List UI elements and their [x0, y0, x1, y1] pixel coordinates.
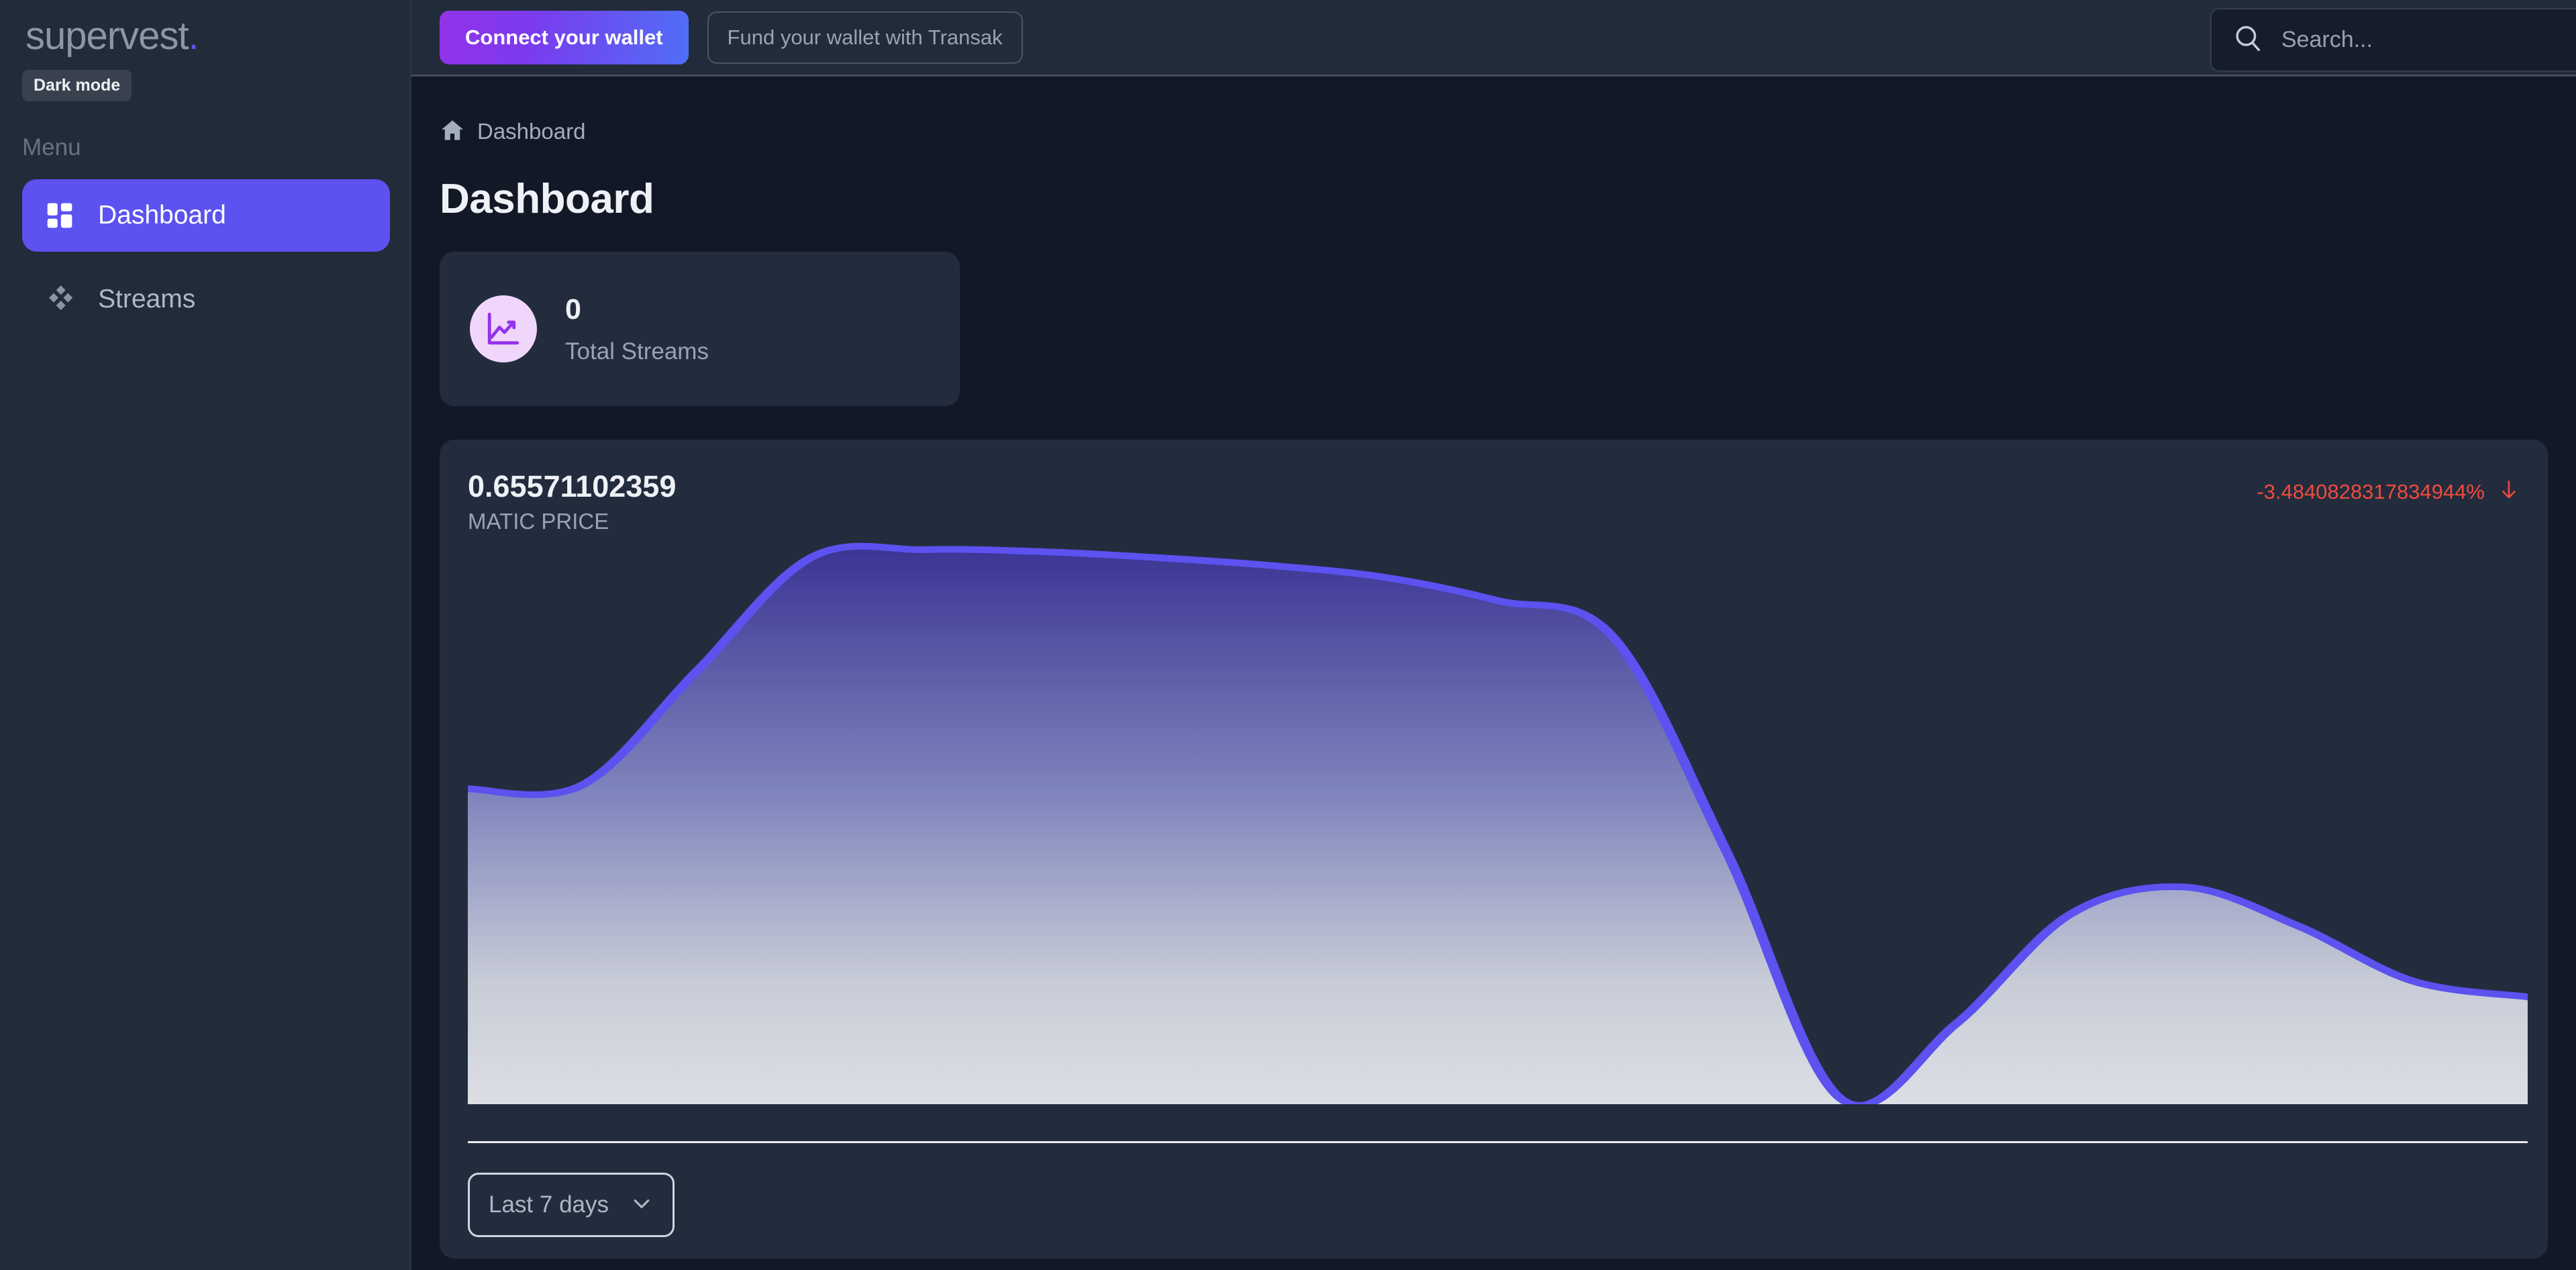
- date-range-label: Last 7 days: [489, 1191, 609, 1218]
- sidebar-item-streams[interactable]: Streams: [22, 263, 390, 336]
- arrow-down-icon: [2498, 479, 2520, 505]
- sidebar-item-label: Dashboard: [98, 201, 226, 230]
- date-range-selector[interactable]: Last 7 days: [468, 1173, 675, 1237]
- total-streams-text: 0 Total Streams: [565, 295, 709, 363]
- sidebar: supervest. Dark mode Menu Dashboard Stre…: [0, 0, 411, 1270]
- total-streams-value: 0: [565, 293, 581, 326]
- search-bar[interactable]: [2210, 8, 2576, 72]
- chart-divider: [468, 1141, 2528, 1143]
- main-area: Connect your wallet Fund your wallet wit…: [411, 0, 2576, 1270]
- fund-wallet-button[interactable]: Fund your wallet with Transak: [707, 11, 1023, 64]
- home-icon[interactable]: [440, 117, 465, 146]
- diamonds-icon: [45, 285, 75, 314]
- total-streams-label: Total Streams: [565, 338, 709, 364]
- price-chart-card: 0.65571102359 MATIC PRICE -3.48408283178…: [440, 440, 2548, 1259]
- line-chart-icon: [470, 295, 537, 362]
- topbar: Connect your wallet Fund your wallet wit…: [411, 0, 2576, 77]
- price-change-value: -3.4840828317834944%: [2257, 480, 2485, 503]
- brand-dot: .: [188, 14, 199, 58]
- total-streams-card: 0 Total Streams: [440, 252, 960, 406]
- sidebar-nav: Dashboard Streams: [22, 179, 390, 347]
- breadcrumb-label[interactable]: Dashboard: [477, 119, 585, 144]
- page-title: Dashboard: [440, 176, 654, 222]
- search-input[interactable]: [2281, 27, 2576, 53]
- sidebar-item-label: Streams: [98, 285, 196, 313]
- dark-mode-chip[interactable]: Dark mode: [22, 70, 132, 101]
- app-root: supervest. Dark mode Menu Dashboard Stre…: [0, 0, 2576, 1270]
- menu-section-label: Menu: [22, 134, 81, 160]
- price-header: 0.65571102359 MATIC PRICE: [468, 469, 677, 534]
- connect-wallet-button[interactable]: Connect your wallet: [440, 10, 689, 64]
- matic-price-value: 0.65571102359: [468, 469, 677, 503]
- breadcrumb: Dashboard: [440, 117, 2576, 146]
- price-area-chart: [468, 540, 2528, 1104]
- page-content: Dashboard Dashboard 0 Total Streams 0.65…: [411, 77, 2576, 1270]
- chevron-down-icon: [630, 1191, 654, 1219]
- brand-name: supervest: [26, 14, 189, 58]
- matic-price-label: MATIC PRICE: [468, 509, 609, 534]
- grid-icon: [45, 201, 75, 230]
- price-change: -3.4840828317834944%: [2257, 479, 2520, 505]
- sidebar-item-dashboard[interactable]: Dashboard: [22, 179, 390, 252]
- search-icon: [2233, 23, 2263, 56]
- brand-logo[interactable]: supervest.: [26, 13, 199, 58]
